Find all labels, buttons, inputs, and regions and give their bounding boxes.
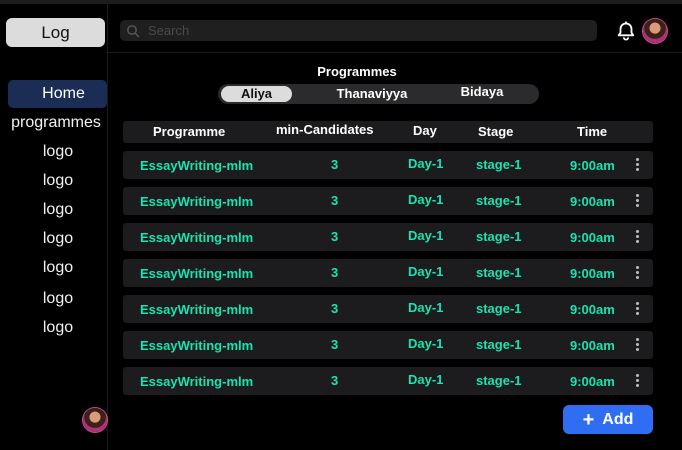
column-header-min-candidates: min-Candidates [276, 122, 374, 137]
table-row[interactable]: EssayWriting-mlm 3 Day-1 stage-1 9:00am [123, 151, 653, 179]
programme-tabs: Aliya Thanaviyya Bidaya [218, 84, 539, 104]
log-button[interactable]: Log [6, 18, 105, 47]
cell-stage: stage-1 [476, 193, 522, 208]
cell-min-candidates: 3 [331, 265, 339, 280]
cell-day: Day-1 [408, 264, 444, 279]
table-row[interactable]: EssayWriting-mlm 3 Day-1 stage-1 9:00am [123, 295, 653, 323]
cell-min-candidates: 3 [331, 193, 339, 208]
sidebar-item-logo[interactable]: logo [2, 230, 114, 248]
column-header-day: Day [413, 123, 437, 138]
table-row[interactable]: EssayWriting-mlm 3 Day-1 stage-1 9:00am [123, 367, 653, 395]
cell-time: 9:00am [570, 230, 615, 245]
cell-programme: EssayWriting-mlm [140, 194, 254, 209]
add-button-label: Add [602, 410, 634, 428]
cell-time: 9:00am [570, 158, 615, 173]
more-options-icon[interactable] [633, 193, 641, 209]
sidebar-item-logo[interactable]: logo [2, 290, 114, 308]
cell-stage: stage-1 [476, 265, 522, 280]
sidebar: Log Home programmes logo logo logo logo … [0, 4, 108, 450]
cell-programme: EssayWriting-mlm [140, 158, 254, 173]
more-options-icon[interactable] [633, 229, 641, 245]
cell-stage: stage-1 [476, 337, 522, 352]
column-header-programme: Programme [153, 124, 226, 139]
table-row[interactable]: EssayWriting-mlm 3 Day-1 stage-1 9:00am [123, 259, 653, 287]
cell-programme: EssayWriting-mlm [140, 338, 254, 353]
cell-programme: EssayWriting-mlm [140, 266, 254, 281]
more-options-icon[interactable] [633, 265, 641, 281]
header-divider [107, 52, 682, 53]
cell-day: Day-1 [408, 156, 444, 171]
more-options-icon[interactable] [633, 301, 641, 317]
more-options-icon[interactable] [633, 337, 641, 353]
cell-stage: stage-1 [476, 157, 522, 172]
sidebar-item-logo[interactable]: logo [2, 143, 114, 161]
cell-time: 9:00am [570, 374, 615, 389]
cell-day: Day-1 [408, 372, 444, 387]
plus-icon: + [582, 408, 595, 431]
tab-aliya[interactable]: Aliya [221, 86, 292, 102]
more-options-icon[interactable] [633, 373, 641, 389]
tab-bidaya[interactable]: Bidaya [446, 82, 518, 102]
sidebar-item-programmes[interactable]: programmes [0, 114, 112, 132]
column-header-stage: Stage [478, 124, 514, 139]
user-avatar[interactable] [643, 19, 667, 43]
cell-day: Day-1 [408, 336, 444, 351]
cell-programme: EssayWriting-mlm [140, 302, 254, 317]
table-row[interactable]: EssayWriting-mlm 3 Day-1 stage-1 9:00am [123, 223, 653, 251]
table-row[interactable]: EssayWriting-mlm 3 Day-1 stage-1 9:00am [123, 187, 653, 215]
avatar[interactable] [83, 408, 107, 432]
sidebar-item-logo[interactable]: logo [2, 319, 114, 337]
search-bar[interactable] [120, 20, 597, 41]
cell-min-candidates: 3 [331, 229, 339, 244]
cell-min-candidates: 3 [331, 373, 339, 388]
more-options-icon[interactable] [633, 157, 641, 173]
cell-min-candidates: 3 [331, 337, 339, 352]
column-header-time: Time [577, 124, 608, 139]
table-row[interactable]: EssayWriting-mlm 3 Day-1 stage-1 9:00am [123, 331, 653, 359]
cell-day: Day-1 [408, 300, 444, 315]
sidebar-item-logo[interactable]: logo [2, 201, 114, 219]
add-button[interactable]: + Add [563, 405, 653, 434]
cell-day: Day-1 [408, 228, 444, 243]
cell-day: Day-1 [408, 192, 444, 207]
cell-time: 9:00am [570, 302, 615, 317]
cell-time: 9:00am [570, 266, 615, 281]
cell-stage: stage-1 [476, 373, 522, 388]
sidebar-item-logo[interactable]: logo [2, 259, 114, 277]
search-icon [127, 24, 140, 37]
sidebar-item-home[interactable]: Home [8, 80, 107, 108]
cell-time: 9:00am [570, 338, 615, 353]
cell-min-candidates: 3 [331, 157, 339, 172]
cell-stage: stage-1 [476, 301, 522, 316]
cell-programme: EssayWriting-mlm [140, 230, 254, 245]
cell-time: 9:00am [570, 194, 615, 209]
cell-min-candidates: 3 [331, 301, 339, 316]
sidebar-item-logo[interactable]: logo [2, 172, 114, 190]
bell-icon[interactable] [615, 20, 637, 42]
cell-programme: EssayWriting-mlm [140, 374, 254, 389]
search-input[interactable] [146, 22, 570, 39]
programmes-title: Programmes [317, 64, 397, 79]
tab-thanaviyya[interactable]: Thanaviyya [318, 84, 426, 104]
cell-stage: stage-1 [476, 229, 522, 244]
table-header: Programme min-Candidates Day Stage Time [123, 121, 653, 143]
